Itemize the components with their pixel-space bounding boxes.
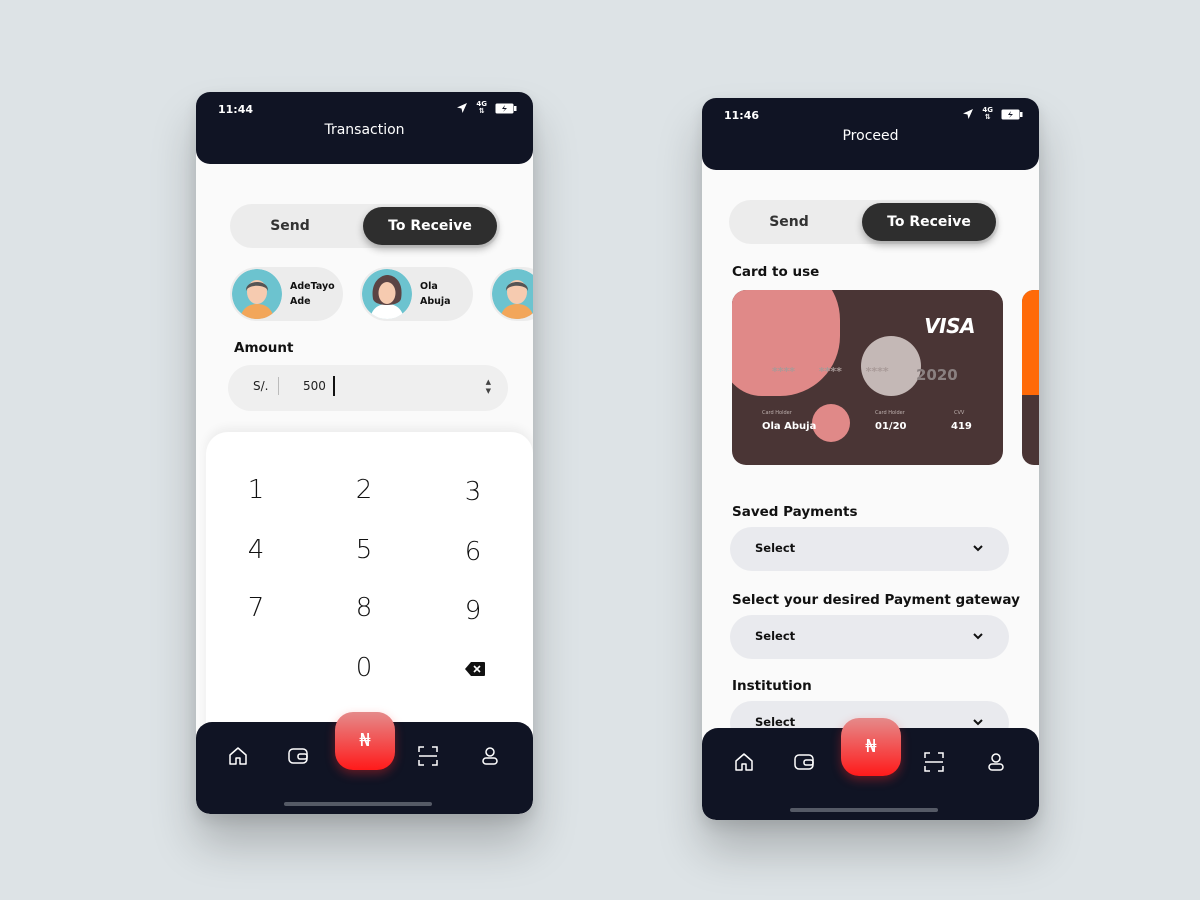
contact-chip[interactable] — [490, 267, 533, 321]
profile-icon[interactable] — [984, 750, 1008, 774]
key-5[interactable]: 5 — [334, 530, 394, 570]
amount-value: 500 — [303, 379, 326, 393]
send-receive-toggle: Send To Receive — [230, 204, 500, 248]
status-time: 11:44 — [218, 103, 254, 116]
chevron-down-icon — [973, 633, 983, 640]
card-decoration — [1022, 290, 1039, 395]
bottom-nav: ₦ — [702, 718, 1039, 820]
key-6[interactable]: 6 — [443, 532, 503, 572]
naira-icon[interactable]: ₦ — [841, 718, 901, 776]
card-masked-number: **** **** **** — [772, 365, 889, 378]
network-icon: 4G ⇅ — [476, 100, 487, 115]
network-label: 4G — [476, 100, 487, 108]
location-arrow-icon — [963, 109, 974, 119]
gateway-label: Select your desired Payment gateway — [732, 592, 1020, 608]
saved-payments-select[interactable]: Select — [730, 527, 1009, 571]
naira-icon[interactable]: ₦ — [335, 712, 395, 770]
contact-name: Ola Abuja — [420, 279, 451, 309]
gateway-select[interactable]: Select — [730, 615, 1009, 659]
send-tab[interactable]: Send — [729, 200, 849, 244]
network-icon: 4G ⇅ — [982, 106, 993, 121]
chevron-down-icon — [973, 719, 983, 726]
proceed-screen: 11:46 4G ⇅ Proceed Send To Receive Card t… — [702, 98, 1039, 820]
key-0[interactable]: 0 — [334, 648, 394, 688]
header-bar: 11:44 4G ⇅ Transaction — [196, 92, 533, 164]
transaction-screen: 11:44 4G ⇅ Transaction Send To Receive Ad… — [196, 92, 533, 814]
institution-label: Institution — [732, 678, 812, 694]
currency-symbol: S/. — [253, 379, 269, 393]
card-cvv-caption: CVV — [954, 410, 965, 416]
status-time: 11:46 — [724, 109, 760, 122]
key-4[interactable]: 4 — [226, 530, 286, 570]
battery-icon — [495, 103, 517, 113]
contact-first-name: Ola — [420, 281, 438, 292]
key-8[interactable]: 8 — [334, 588, 394, 628]
card-last-digits: 2020 — [916, 366, 958, 384]
avatar — [232, 269, 282, 319]
status-icons: 4G ⇅ — [456, 101, 517, 115]
avatar — [492, 269, 533, 319]
card-cvv: 419 — [951, 421, 972, 432]
card-decoration — [812, 404, 850, 442]
wallet-icon[interactable] — [792, 750, 816, 774]
status-icons: 4G ⇅ — [962, 107, 1023, 121]
home-icon[interactable] — [226, 744, 250, 768]
key-9[interactable]: 9 — [443, 591, 503, 631]
profile-icon[interactable] — [478, 744, 502, 768]
amount-label: Amount — [234, 340, 294, 356]
amount-input[interactable]: S/. 500 ▲ ▼ — [228, 365, 508, 411]
contact-first-name: AdeTayo — [290, 281, 335, 292]
backspace-icon[interactable] — [465, 662, 485, 676]
select-value: Select — [755, 629, 796, 643]
contact-chip[interactable]: Ola Abuja — [360, 267, 473, 321]
card-to-use-label: Card to use — [732, 264, 820, 280]
saved-payments-label: Saved Payments — [732, 504, 858, 520]
home-indicator — [790, 808, 938, 812]
receive-tab[interactable]: To Receive — [363, 207, 497, 245]
card-holder-name: Ola Abuja — [762, 421, 817, 432]
location-arrow-icon — [457, 103, 468, 113]
key-7[interactable]: 7 — [226, 588, 286, 628]
bottom-nav: ₦ — [196, 712, 533, 814]
card-expiry-caption: Card Holder — [875, 410, 905, 416]
text-cursor — [333, 376, 335, 396]
header-bar: 11:46 4G ⇅ Proceed — [702, 98, 1039, 170]
key-3[interactable]: 3 — [443, 472, 503, 512]
scan-icon[interactable] — [416, 744, 440, 768]
card-expiry: 01/20 — [875, 421, 907, 432]
page-title: Proceed — [842, 128, 899, 144]
home-indicator — [284, 802, 432, 806]
contact-name: AdeTayo Ade — [290, 279, 335, 309]
send-receive-toggle: Send To Receive — [729, 200, 999, 244]
select-value: Select — [755, 715, 796, 729]
next-card-peek[interactable] — [1022, 290, 1039, 465]
divider — [278, 377, 279, 395]
key-1[interactable]: 1 — [226, 470, 286, 510]
contact-last-name: Ade — [290, 296, 311, 307]
receive-tab[interactable]: To Receive — [862, 203, 996, 241]
contact-chip[interactable]: AdeTayo Ade — [230, 267, 343, 321]
wallet-icon[interactable] — [286, 744, 310, 768]
visa-logo: VISA — [924, 314, 975, 338]
select-value: Select — [755, 541, 796, 555]
chevron-down-icon — [973, 545, 983, 552]
card-holder-caption: Card Holder — [762, 410, 792, 416]
home-icon[interactable] — [732, 750, 756, 774]
payment-card[interactable]: VISA **** **** **** 2020 Card Holder Ola… — [732, 290, 1003, 465]
battery-icon — [1001, 109, 1023, 119]
send-tab[interactable]: Send — [230, 204, 350, 248]
card-decoration — [732, 290, 840, 396]
key-2[interactable]: 2 — [334, 470, 394, 510]
stepper-icon[interactable]: ▲ ▼ — [486, 378, 491, 396]
page-title: Transaction — [324, 122, 405, 138]
avatar — [362, 269, 412, 319]
scan-icon[interactable] — [922, 750, 946, 774]
contact-last-name: Abuja — [420, 296, 451, 307]
network-label: 4G — [982, 106, 993, 114]
